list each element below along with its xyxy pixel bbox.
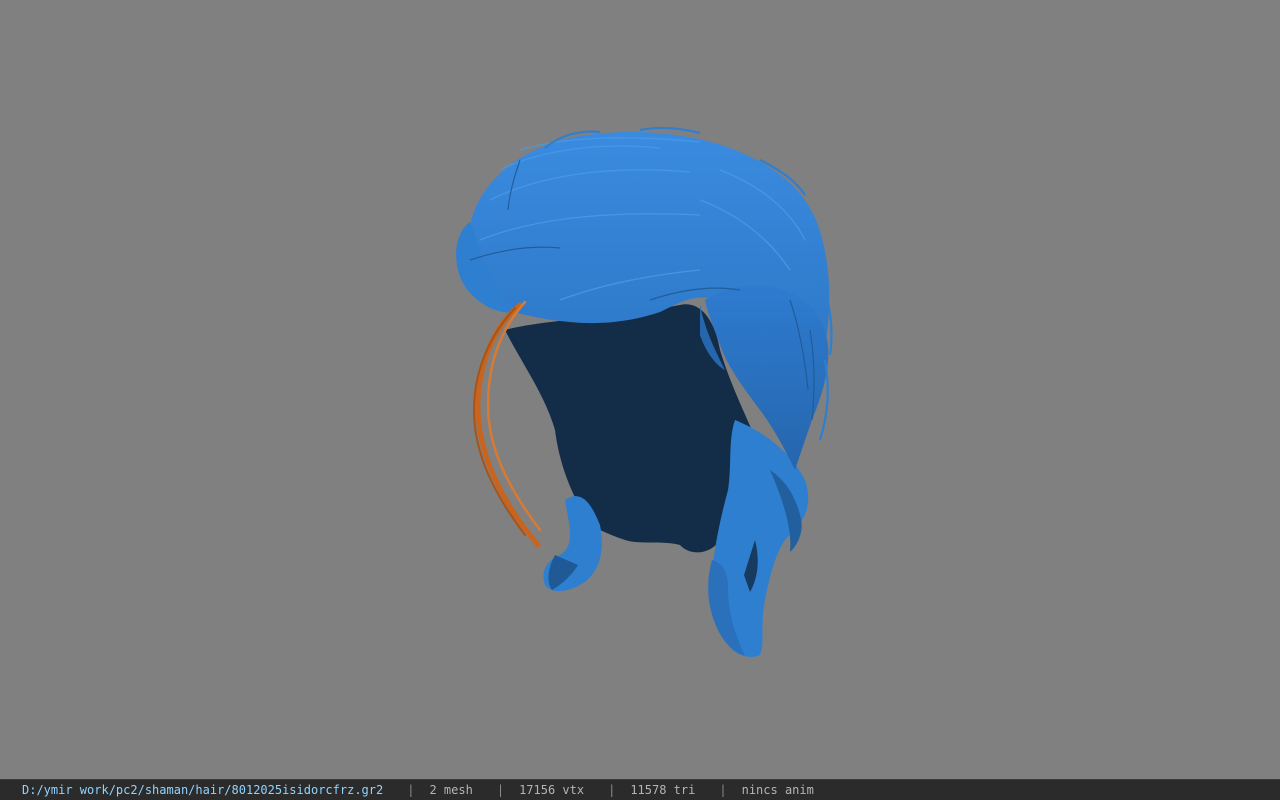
status-separator: | bbox=[407, 783, 415, 797]
status-bar: D:/ymir work/pc2/shaman/hair/8012025isid… bbox=[0, 779, 1280, 800]
status-separator: | bbox=[719, 783, 727, 797]
vertex-count: 17156 vtx bbox=[519, 783, 585, 797]
triangle-count: 11578 tri bbox=[630, 783, 696, 797]
mesh-count: 2 mesh bbox=[429, 783, 473, 797]
anim-status: nincs anim bbox=[741, 783, 814, 797]
hair-model-render bbox=[456, 126, 833, 657]
3d-viewport[interactable] bbox=[0, 0, 1280, 779]
status-separator: | bbox=[608, 783, 616, 797]
file-path: D:/ymir work/pc2/shaman/hair/8012025isid… bbox=[22, 783, 384, 797]
status-separator: | bbox=[496, 783, 505, 797]
